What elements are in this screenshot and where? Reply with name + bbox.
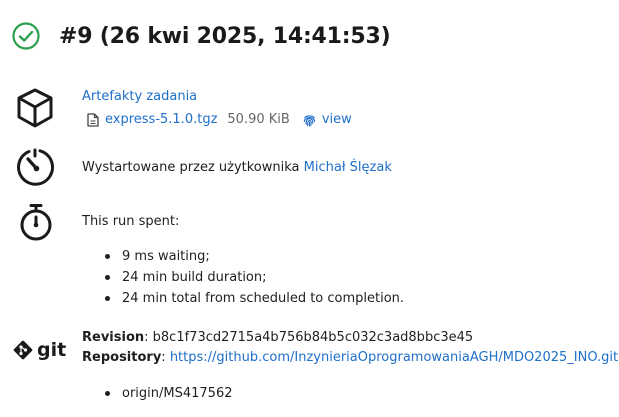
git-section: git Revision: b8c1f73cd2715a4b756b84b5c0…: [0, 326, 619, 412]
branch-list: origin/MS417562: [105, 383, 618, 404]
timing-item-waiting: 9 ms waiting;: [105, 246, 404, 267]
fingerprint-icon[interactable]: [302, 113, 317, 128]
repository-url-link[interactable]: https://github.com/InzynieriaOprogramowa…: [170, 350, 618, 365]
repository-label: Repository: [82, 350, 162, 365]
started-by-section: Wystartowane przez użytkownika Michał Śl…: [0, 144, 619, 188]
timing-heading: This run spent:: [82, 214, 180, 229]
artifacts-content: Artefakty zadania express-5.1.0.tgz 50.9…: [82, 88, 352, 129]
started-by-prefix: Wystartowane przez użytkownika: [82, 160, 304, 175]
artifact-file-size: 50.90 KiB: [227, 112, 290, 127]
revision-label: Revision: [82, 330, 145, 345]
build-summary-page: #9 (26 kwi 2025, 14:41:53) Artefakty zad…: [0, 0, 619, 417]
success-check-icon: [12, 22, 40, 50]
artifact-item: express-5.1.0.tgz 50.90 KiB view: [82, 111, 352, 129]
revision-value: b8c1f73cd2715a4b756b84b5c032c3ad8bbc3e45: [152, 330, 474, 345]
started-by-text: Wystartowane przez użytkownika Michał Śl…: [82, 159, 392, 177]
artifacts-heading-link[interactable]: Artefakty zadania: [82, 89, 197, 104]
git-logo: git: [12, 339, 66, 361]
artifacts-section: Artefakty zadania express-5.1.0.tgz 50.9…: [0, 84, 619, 134]
build-header: #9 (26 kwi 2025, 14:41:53): [11, 21, 391, 51]
git-diamond-icon: [13, 340, 33, 360]
stopwatch-icon: [20, 204, 52, 241]
gauge-timer-icon: [17, 148, 54, 186]
timing-section: This run spent: 9 ms waiting; 24 min bui…: [0, 200, 619, 310]
package-box-icon: [17, 88, 53, 128]
git-logo-text: git: [37, 339, 67, 361]
artifact-file-link[interactable]: express-5.1.0.tgz: [105, 111, 217, 129]
artifact-view-link[interactable]: view: [322, 111, 352, 129]
started-by-user-link[interactable]: Michał Ślęzak: [304, 160, 392, 175]
file-icon: [87, 113, 99, 127]
revision-line: Revision: b8c1f73cd2715a4b756b84b5c032c3…: [82, 330, 474, 345]
branch-item: origin/MS417562: [105, 383, 618, 404]
timing-list: 9 ms waiting; 24 min build duration; 24 …: [105, 246, 404, 309]
repository-line: Repository: https://github.com/Inzynieri…: [82, 350, 619, 365]
git-content: Revision: b8c1f73cd2715a4b756b84b5c032c3…: [82, 328, 618, 404]
build-title: #9 (26 kwi 2025, 14:41:53): [59, 23, 391, 49]
timing-item-build: 24 min build duration;: [105, 267, 404, 288]
timing-item-total: 24 min total from scheduled to completio…: [105, 288, 404, 309]
timing-content: This run spent: 9 ms waiting; 24 min bui…: [82, 213, 404, 309]
